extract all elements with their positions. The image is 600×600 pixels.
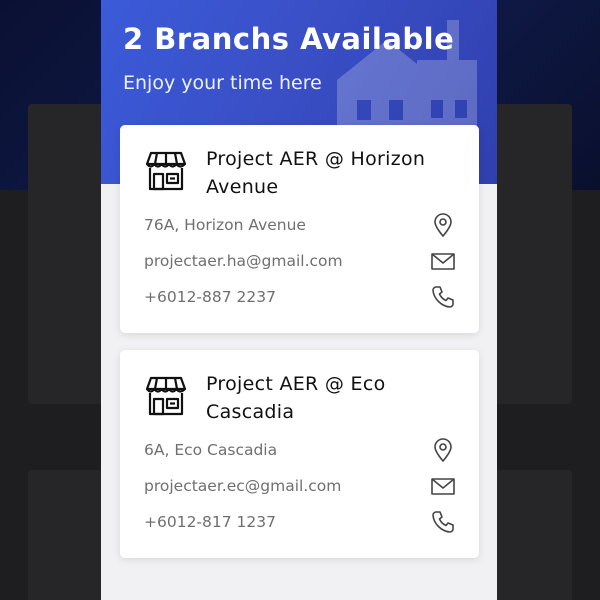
phone-row[interactable]: +6012-887 2237 bbox=[144, 282, 456, 312]
branch-address: 76A, Horizon Avenue bbox=[144, 216, 306, 234]
branches-screen: 2 Branchs Available Enjoy your time here… bbox=[101, 0, 497, 600]
page-subtitle: Enjoy your time here bbox=[123, 72, 322, 94]
mail-icon[interactable] bbox=[430, 248, 456, 274]
address-row[interactable]: 6A, Eco Cascadia bbox=[144, 435, 456, 465]
phone-icon[interactable] bbox=[430, 284, 456, 310]
branch-email: projectaer.ha@gmail.com bbox=[144, 252, 343, 270]
branch-address: 6A, Eco Cascadia bbox=[144, 441, 278, 459]
branch-email: projectaer.ec@gmail.com bbox=[144, 477, 342, 495]
branch-phone: +6012-887 2237 bbox=[144, 288, 276, 306]
location-pin-icon[interactable] bbox=[430, 212, 456, 238]
page-title: 2 Branchs Available bbox=[123, 22, 455, 56]
location-pin-icon[interactable] bbox=[430, 437, 456, 463]
branch-card[interactable]: Project AER @ Horizon Avenue 76A, Horizo… bbox=[120, 125, 479, 333]
phone-icon[interactable] bbox=[430, 509, 456, 535]
address-row[interactable]: 76A, Horizon Avenue bbox=[144, 210, 456, 240]
branch-name: Project AER @ Horizon Avenue bbox=[206, 148, 426, 198]
phone-row[interactable]: +6012-817 1237 bbox=[144, 507, 456, 537]
branch-name: Project AER @ Eco Cascadia bbox=[206, 373, 386, 423]
branch-phone: +6012-817 1237 bbox=[144, 513, 276, 531]
mail-icon[interactable] bbox=[430, 473, 456, 499]
email-row[interactable]: projectaer.ec@gmail.com bbox=[144, 471, 456, 501]
email-row[interactable]: projectaer.ha@gmail.com bbox=[144, 246, 456, 276]
store-icon bbox=[145, 376, 187, 416]
branch-card[interactable]: Project AER @ Eco Cascadia 6A, Eco Casca… bbox=[120, 350, 479, 558]
store-icon bbox=[145, 151, 187, 191]
